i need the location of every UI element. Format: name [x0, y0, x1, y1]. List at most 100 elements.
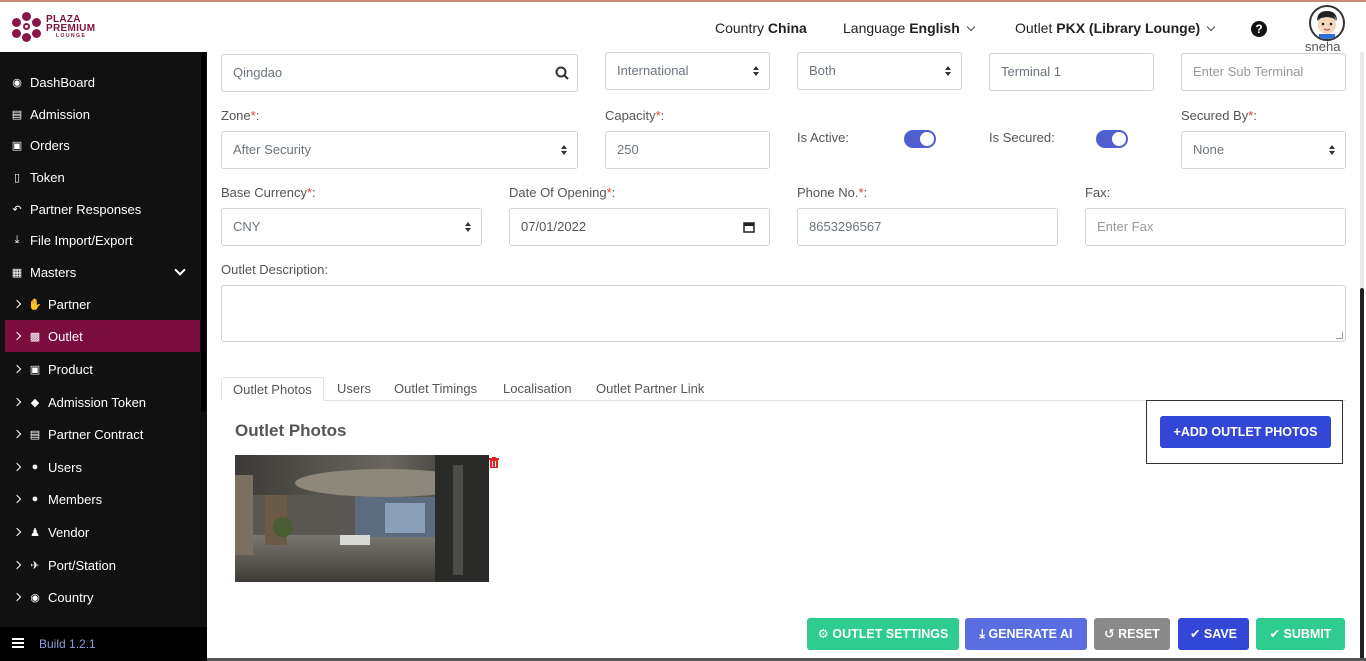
reset-button[interactable]: ↺ RESET [1094, 618, 1170, 650]
phone-label: Phone No.*: [797, 185, 867, 200]
logo-text: PLAZA PREMIUM LOUNGE [46, 14, 95, 40]
outlet-selector[interactable]: Outlet PKX (Library Lounge) [1015, 20, 1216, 36]
download-icon: ⤓ [14, 233, 20, 246]
submit-button[interactable]: ✔ SUBMIT [1256, 618, 1345, 650]
sidebar-subitem-outlet[interactable]: ▩ Outlet [5, 320, 200, 352]
phone-input[interactable]: 8653296567 [797, 208, 1058, 246]
save-button[interactable]: ✔ SAVE [1178, 618, 1249, 650]
capacity-value: 250 [617, 142, 639, 157]
direction-select[interactable]: Both [797, 52, 962, 90]
search-icon[interactable] [555, 66, 569, 80]
outlet-description-textarea[interactable] [221, 285, 1346, 342]
outlet-label: Outlet [1015, 20, 1053, 36]
sidebar-item-admission[interactable]: ▤ Admission [0, 98, 200, 130]
secured-by-label: Secured By*: [1181, 108, 1257, 123]
base-currency-label: Base Currency*: [221, 185, 316, 200]
sidebar-item-masters[interactable]: ▦ Masters [0, 256, 200, 288]
sidebar-item-label: Country [48, 589, 94, 605]
trash-icon[interactable] [489, 457, 499, 468]
city-search-input[interactable]: Qingdao [221, 54, 578, 92]
sidebar-item-orders[interactable]: ▣ Orders [0, 129, 200, 161]
user-icon: ● [31, 461, 39, 473]
sitemap-icon: ▦ [11, 266, 23, 279]
sidebar-subitem-partner-contract[interactable]: ▤ Partner Contract [0, 418, 200, 450]
select-arrows-icon [1329, 145, 1335, 155]
outlet-photos-title: Outlet Photos [235, 421, 347, 440]
select-arrows-icon [561, 145, 567, 155]
sidebar-item-label: Admission Token [48, 394, 147, 410]
tab-outlet-photos[interactable]: Outlet Photos [221, 377, 324, 401]
check-icon: ✔ [1189, 627, 1204, 641]
resize-handle-icon[interactable] [1336, 332, 1343, 339]
zone-label: Zone*: [221, 108, 259, 123]
submit-label: SUBMIT [1283, 627, 1332, 641]
logo[interactable]: PLAZA PREMIUM LOUNGE [12, 12, 95, 42]
user-name[interactable]: sneha [1305, 39, 1340, 54]
sidebar-item-label: DashBoard [30, 74, 96, 90]
sidebar-item-token[interactable]: ▯ Token [0, 161, 200, 193]
fax-input[interactable]: Enter Fax [1085, 208, 1346, 246]
tab-outlet-timings[interactable]: Outlet Timings [383, 377, 488, 401]
country-selector[interactable]: Country China [715, 20, 807, 36]
sidebar-subitem-port-station[interactable]: ✈ Port/Station [0, 549, 200, 581]
outlet-settings-button[interactable]: ⚙ OUTLET SETTINGS [807, 618, 959, 650]
is-active-toggle[interactable] [904, 130, 936, 148]
terminal-input[interactable]: Terminal 1 [989, 53, 1154, 91]
add-outlet-photos-button[interactable]: +ADD OUTLET PHOTOS [1160, 416, 1331, 448]
help-icon[interactable]: ? [1251, 21, 1267, 37]
gear-icon: ⚙ [817, 627, 833, 641]
generate-ai-label: GENERATE AI [988, 627, 1073, 641]
handshake-icon: ✋ [28, 298, 42, 311]
sidebar-item-label: Orders [30, 137, 70, 153]
briefcase-icon: ▤ [29, 428, 41, 441]
calendar-icon[interactable] [743, 221, 755, 233]
sidebar-subitem-partner[interactable]: ✋ Partner [0, 288, 200, 320]
sidebar-subitem-vendor[interactable]: ♟ Vendor [0, 516, 200, 548]
zone-select[interactable]: After Security [221, 131, 578, 169]
label-colon: : [1253, 108, 1257, 123]
label-colon: : [312, 185, 316, 200]
plane-icon: ✈ [30, 559, 40, 572]
tab-localisation[interactable]: Localisation [492, 377, 583, 401]
tab-outlet-partner-link[interactable]: Outlet Partner Link [585, 377, 715, 401]
generate-ai-button[interactable]: ⤓ GENERATE AI [965, 618, 1087, 650]
chevron-right-icon [12, 592, 22, 602]
fax-placeholder: Enter Fax [1097, 219, 1154, 234]
terminal-value: Terminal 1 [1001, 64, 1061, 79]
sidebar-subitem-product[interactable]: ▣ Product [0, 353, 200, 385]
sub-terminal-input[interactable]: Enter Sub Terminal [1181, 53, 1346, 91]
outlet-photo-thumbnail[interactable] [235, 455, 489, 582]
language-label: Language [843, 20, 906, 36]
sidebar: ◉ DashBoard ▤ Admission ▣ Orders ▯ Token ↶ Pa… [0, 52, 207, 627]
sidebar-item-label: Partner Responses [30, 201, 142, 217]
capacity-input[interactable]: 250 [605, 131, 770, 169]
secured-by-select[interactable]: None [1181, 131, 1346, 169]
phone-label-text: Phone No. [797, 185, 859, 200]
is-secured-toggle[interactable] [1096, 130, 1128, 148]
sidebar-subitem-users[interactable]: ● Users [0, 451, 200, 483]
avatar[interactable] [1309, 5, 1345, 41]
sidebar-item-partner-responses[interactable]: ↶ Partner Responses [0, 193, 200, 225]
sidebar-scrollbar[interactable] [201, 52, 206, 412]
outlet-settings-label: OUTLET SETTINGS [832, 627, 949, 641]
sidebar-subitem-country[interactable]: ◉ Country [0, 581, 200, 613]
page-scrollbar-track[interactable] [1360, 52, 1364, 288]
tab-users[interactable]: Users [326, 377, 382, 401]
language-selector[interactable]: Language English [843, 20, 975, 36]
chevron-right-icon [12, 560, 22, 570]
page-scrollbar-thumb[interactable] [1360, 288, 1364, 661]
sidebar-item-dashboard[interactable]: ◉ DashBoard [0, 66, 200, 98]
outlet-type-select[interactable]: International [605, 52, 770, 90]
chevron-right-icon [12, 331, 22, 341]
country-value: China [767, 20, 807, 36]
sidebar-item-label: Partner [48, 296, 91, 312]
sidebar-subitem-admission-token[interactable]: ◆ Admission Token [0, 386, 200, 418]
date-label-text: Date Of Opening [509, 185, 607, 200]
date-of-opening-input[interactable]: 07/01/2022 [509, 208, 770, 246]
base-currency-select[interactable]: CNY [221, 208, 482, 246]
sidebar-subitem-members[interactable]: ● Members [0, 483, 200, 515]
hamburger-menu-icon[interactable] [12, 638, 24, 650]
sidebar-item-file-import-export[interactable]: ⤓ File Import/Export [0, 224, 200, 256]
base-currency-value: CNY [233, 219, 261, 234]
date-of-opening-label: Date Of Opening*: [509, 185, 615, 200]
